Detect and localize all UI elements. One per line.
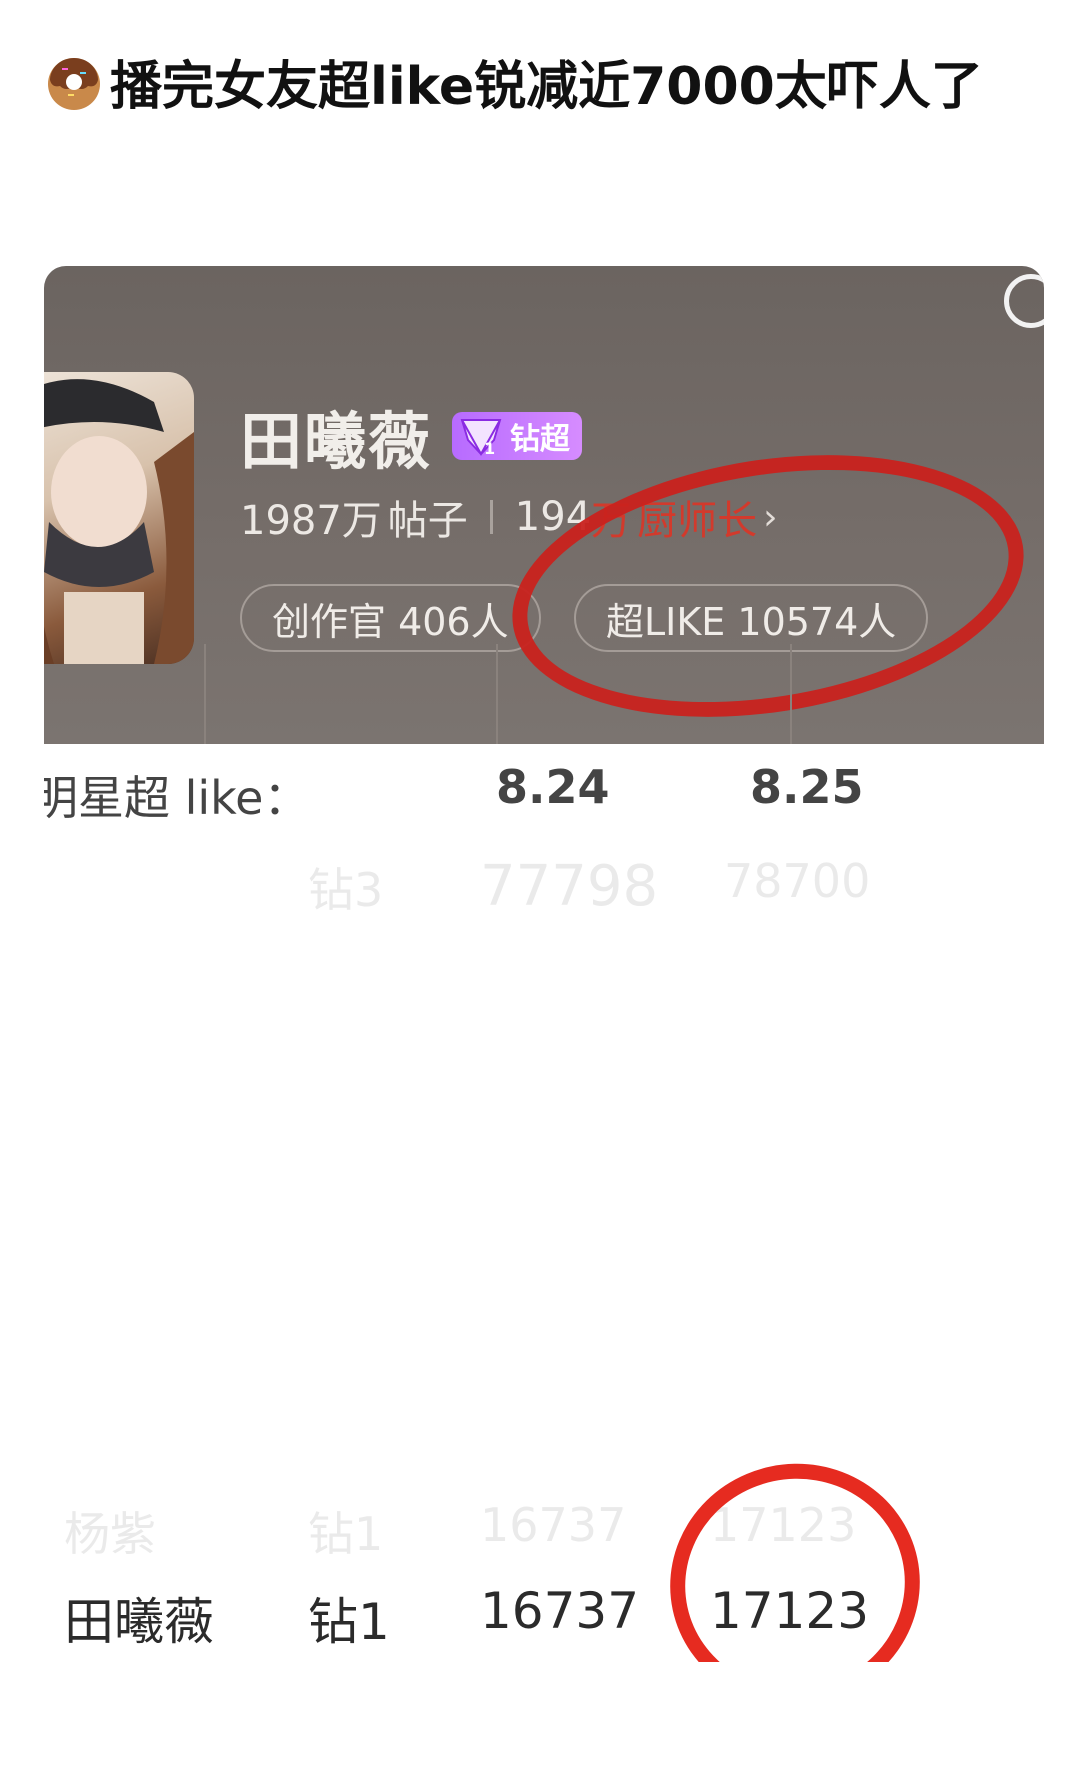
table-column-divider — [204, 644, 206, 744]
table-header-date: 8.25 — [750, 760, 864, 814]
stats-divider — [489, 500, 493, 534]
row-level: 钻1 — [308, 1593, 390, 1651]
posts-label: 帖子 — [387, 498, 468, 544]
table-header: 明星超 like： 8.24 8.25 — [44, 744, 1044, 844]
table-column-divider — [496, 644, 498, 744]
red-annotation-circle — [647, 1440, 943, 1662]
user-name: 田曦薇 — [240, 405, 433, 478]
screenshot-card: 田曦薇 1 钻超 1987万 帖子 194 万 厨师长 › 创作官 406人 超… — [44, 266, 1044, 1662]
table-header-label: 明星超 like： — [44, 771, 310, 825]
row-level: 钻3 — [308, 863, 384, 917]
name-row: 田曦薇 1 钻超 — [240, 396, 583, 478]
avatar[interactable] — [44, 372, 194, 664]
row-name: 田曦薇 — [64, 1593, 214, 1651]
row-value: 77798 — [480, 854, 659, 919]
level-badge-label: 钻超 — [510, 422, 571, 457]
donut-emoji-icon — [48, 58, 100, 110]
diamond-gem-icon: 1 — [460, 419, 502, 458]
row-level: 钻1 — [308, 1507, 384, 1561]
posts-count: 1987万 — [240, 498, 382, 544]
post-title-text: 播完女友超like锐减近7000太吓人了 — [110, 57, 983, 117]
row-name: 杨紫 — [64, 1507, 156, 1561]
row-value: 16737 — [480, 1498, 627, 1552]
corner-ring-icon — [1004, 274, 1044, 328]
profile-header: 田曦薇 1 钻超 1987万 帖子 194 万 厨师长 › 创作官 406人 超… — [44, 266, 1044, 751]
creator-pill[interactable]: 创作官 406人 — [240, 584, 541, 652]
table-header-date: 8.24 — [496, 760, 610, 814]
level-badge[interactable]: 1 钻超 — [452, 412, 583, 460]
svg-text:1: 1 — [484, 439, 495, 458]
table-column-divider — [790, 644, 792, 744]
row-value: 78700 — [724, 854, 871, 908]
table-row: 钻3 77798 78700 — [44, 844, 1044, 934]
post-title: 播完女友超like锐减近7000太吓人了 — [44, 48, 1044, 126]
row-value: 16737 — [480, 1582, 640, 1640]
